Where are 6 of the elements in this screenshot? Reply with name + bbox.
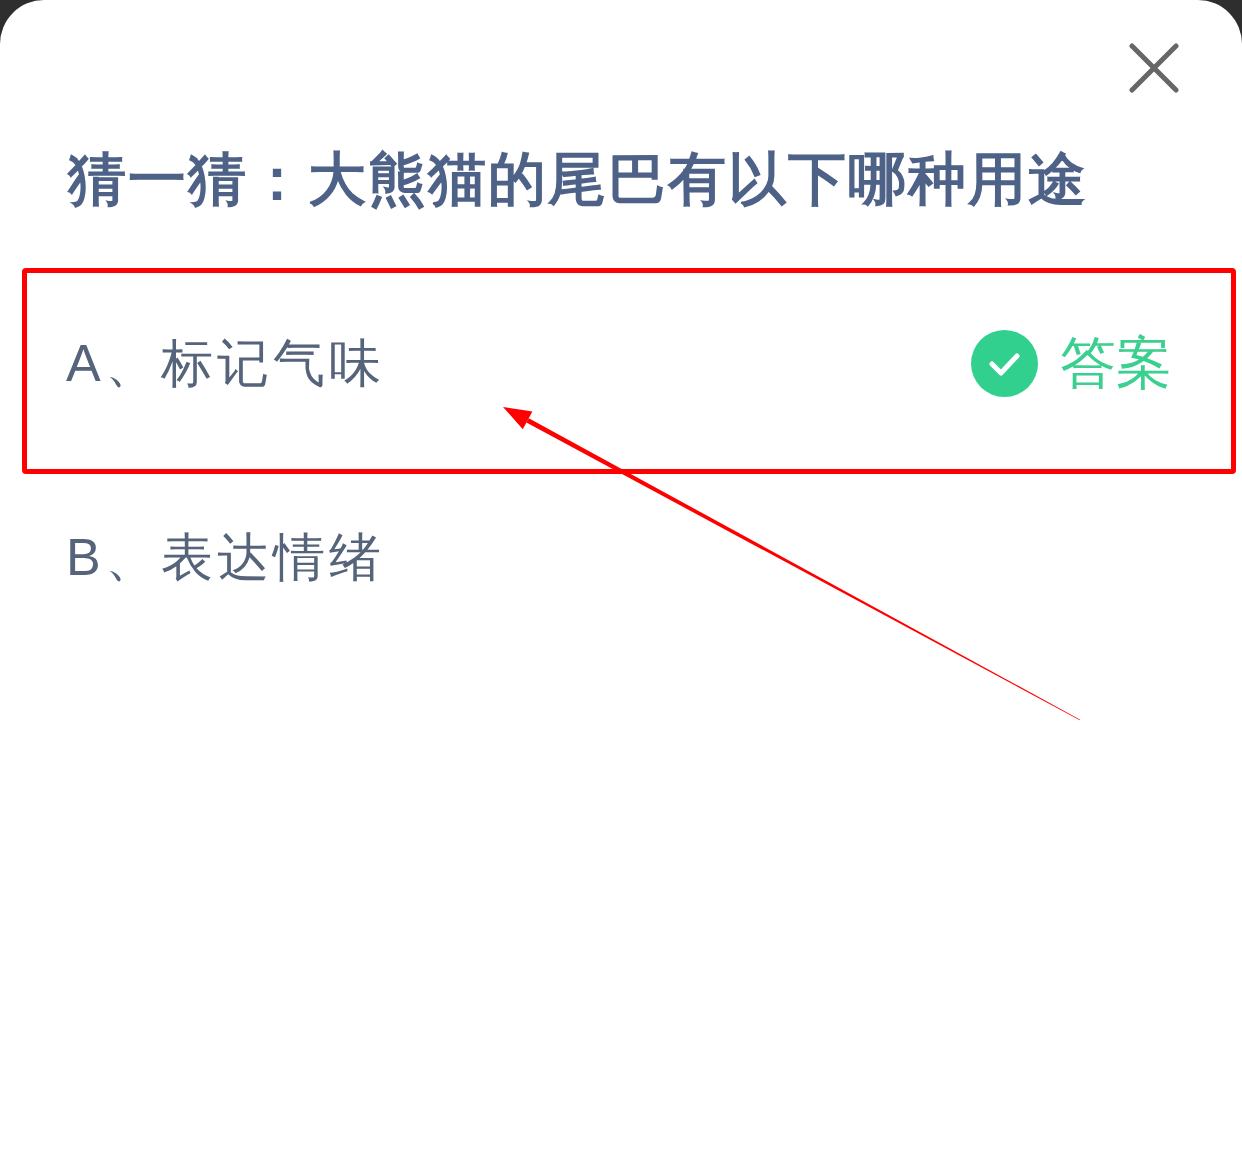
close-button[interactable] xyxy=(1128,42,1180,94)
answer-label: 答案 xyxy=(1060,330,1172,396)
option-text[interactable]: B、表达情绪 xyxy=(66,525,385,589)
close-icon xyxy=(1129,43,1179,93)
question-title: 猜一猜：大熊猫的尾巴有以下哪种用途 xyxy=(66,145,1089,213)
option-text[interactable]: A、标记气味 xyxy=(66,331,385,395)
